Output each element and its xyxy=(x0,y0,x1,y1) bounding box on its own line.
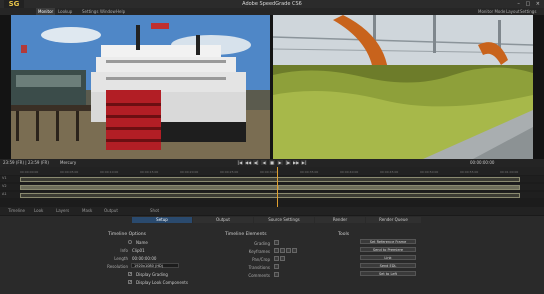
timecode-left: 23:59 (FR) | 23:59 (FR) xyxy=(3,160,49,165)
keyframes-toggle-2[interactable] xyxy=(280,248,285,253)
timeline-clip[interactable] xyxy=(20,184,278,190)
track-label: V2 xyxy=(2,184,7,188)
menu-layout[interactable]: Layout xyxy=(506,8,520,15)
sub-tab-strip: Setup Output Source Settings Render Rend… xyxy=(0,216,544,223)
track-v2[interactable]: V2 xyxy=(0,184,544,190)
menu-window[interactable]: Window xyxy=(100,8,116,15)
menu-right-settings[interactable]: Settings xyxy=(520,8,536,15)
pan-crop-toggle-2[interactable] xyxy=(280,256,285,261)
name-radio[interactable] xyxy=(128,240,132,244)
display-look-components-checkbox[interactable]: ✓ xyxy=(128,280,132,284)
menu-bar: Monitor Lookup Settings Window Help Moni… xyxy=(0,8,544,15)
transport-bar: 23:59 (FR) | 23:59 (FR) Mercury |◀ ◀◀ ◀|… xyxy=(0,159,544,167)
menu-help[interactable]: Help xyxy=(116,8,125,15)
keyframes-label: Keyframes xyxy=(248,249,270,254)
resolution-label: Resolution xyxy=(107,264,128,269)
settings-panel: Timeline Options Name Info Clip01 Length… xyxy=(0,223,544,294)
ruler-tick: 00:00:25:00 xyxy=(220,170,239,174)
step-back-button[interactable]: ◀| xyxy=(253,160,259,165)
set-reference-frame-button[interactable]: Set Reference Frame xyxy=(360,239,416,244)
tab-output[interactable]: Output xyxy=(104,208,118,213)
send-to-premiere-button[interactable]: Send to Premiere xyxy=(360,247,416,252)
ruler-tick: 00:00:10:00 xyxy=(100,170,119,174)
track-a1[interactable]: A1 xyxy=(0,192,544,198)
timecode-right: 00:00:00:00 xyxy=(470,160,495,165)
play-reverse-button[interactable]: ◀ xyxy=(261,160,267,165)
tab-look[interactable]: Look xyxy=(34,208,43,213)
goto-start-button[interactable]: |◀ xyxy=(237,160,243,165)
clip-info: Mercury xyxy=(60,160,77,165)
keyframes-toggle-1[interactable] xyxy=(274,248,279,253)
window-title: Adobe SpeedGrade CS6 xyxy=(242,1,302,7)
menu-lookup[interactable]: Lookup xyxy=(58,8,72,15)
ruler-tick: 00:00:30:00 xyxy=(260,170,279,174)
ruler-tick: 00:00:50:00 xyxy=(420,170,439,174)
title-bar: Adobe SpeedGrade CS6 xyxy=(0,0,544,8)
menu-settings[interactable]: Settings xyxy=(82,8,98,15)
track-v1[interactable]: V1 xyxy=(0,176,544,182)
ruler-tick: 00:00:15:00 xyxy=(140,170,159,174)
grading-label: Grading xyxy=(254,241,270,246)
ruler-tick: 00:00:40:00 xyxy=(340,170,359,174)
ruler-tick: 00:00:55:00 xyxy=(460,170,479,174)
info-value: Clip01 xyxy=(132,248,145,253)
grading-toggle[interactable] xyxy=(274,240,279,245)
ruler-tick: 00:00:05:00 xyxy=(60,170,79,174)
keyframes-toggle-3[interactable] xyxy=(286,248,291,253)
fast-forward-button[interactable]: ▶▶ xyxy=(293,160,299,165)
left-viewer-image[interactable] xyxy=(11,15,270,159)
ruler-tick: 00:00:35:00 xyxy=(300,170,319,174)
name-label: Name xyxy=(136,240,148,245)
track-label: A1 xyxy=(2,192,7,196)
step-forward-button[interactable]: |▶ xyxy=(285,160,291,165)
display-look-components-label: Display Look Components xyxy=(136,280,188,285)
stop-button[interactable]: ■ xyxy=(269,160,275,165)
ruler-tick: 00:01:00:00 xyxy=(500,170,519,174)
ruler-tick: 00:00:00:00 xyxy=(20,170,39,174)
tools-title: Tools xyxy=(338,232,350,237)
steamboat-image xyxy=(11,15,270,159)
bottom-tab-strip: Timeline Look Layers Mask Output Shot xyxy=(0,207,544,215)
playhead[interactable] xyxy=(277,167,278,207)
pan-crop-toggle-1[interactable] xyxy=(274,256,279,261)
timeline-options-title: Timeline Options xyxy=(108,232,146,237)
rewind-button[interactable]: ◀◀ xyxy=(245,160,251,165)
tab-layers[interactable]: Layers xyxy=(56,208,69,213)
timeline-ruler[interactable]: 00:00:00:00 00:00:05:00 00:00:10:00 00:0… xyxy=(0,167,544,175)
link-button[interactable]: Link xyxy=(360,255,416,260)
length-value: 00:00:00:00 xyxy=(132,256,157,261)
menu-monitor[interactable]: Monitor xyxy=(36,8,56,15)
ruler-tick: 00:00:20:00 xyxy=(180,170,199,174)
pan-crop-label: Pan/Crop xyxy=(252,257,270,262)
resolution-select[interactable]: 1920x1080 (HD) xyxy=(131,263,179,268)
menu-monitor-mode[interactable]: Monitor Mode xyxy=(478,8,505,15)
tab-shot[interactable]: Shot xyxy=(150,208,159,213)
length-label: Length xyxy=(114,256,128,261)
track-label: V1 xyxy=(2,176,7,180)
tab-mask[interactable]: Mask xyxy=(82,208,92,213)
tab-timeline[interactable]: Timeline xyxy=(8,208,25,213)
timeline-clip[interactable] xyxy=(20,176,520,182)
comments-label: Comments xyxy=(248,273,270,278)
timeline-clip[interactable] xyxy=(278,184,520,190)
keyframes-toggle-4[interactable] xyxy=(292,248,297,253)
display-grading-checkbox[interactable]: ✓ xyxy=(128,272,132,276)
timeline-elements-title: Timeline Elements xyxy=(225,232,267,237)
right-viewer-image[interactable] xyxy=(273,15,533,159)
window-controls[interactable]: – □ × xyxy=(517,1,542,7)
set-to-left-button[interactable]: Set to Left xyxy=(360,271,416,276)
display-grading-label: Display Grading xyxy=(136,272,168,277)
info-label: Info xyxy=(120,248,128,253)
comments-toggle[interactable] xyxy=(274,272,279,277)
grass-sculpture-image xyxy=(273,15,533,159)
transitions-label: Transitions xyxy=(248,265,270,270)
ruler-tick: 00:00:45:00 xyxy=(380,170,399,174)
send-edl-button[interactable]: Send EDL xyxy=(360,263,416,268)
goto-end-button[interactable]: ▶| xyxy=(301,160,307,165)
transitions-toggle[interactable] xyxy=(274,264,279,269)
play-button[interactable]: ▶ xyxy=(277,160,283,165)
timeline-clip[interactable] xyxy=(20,192,520,198)
